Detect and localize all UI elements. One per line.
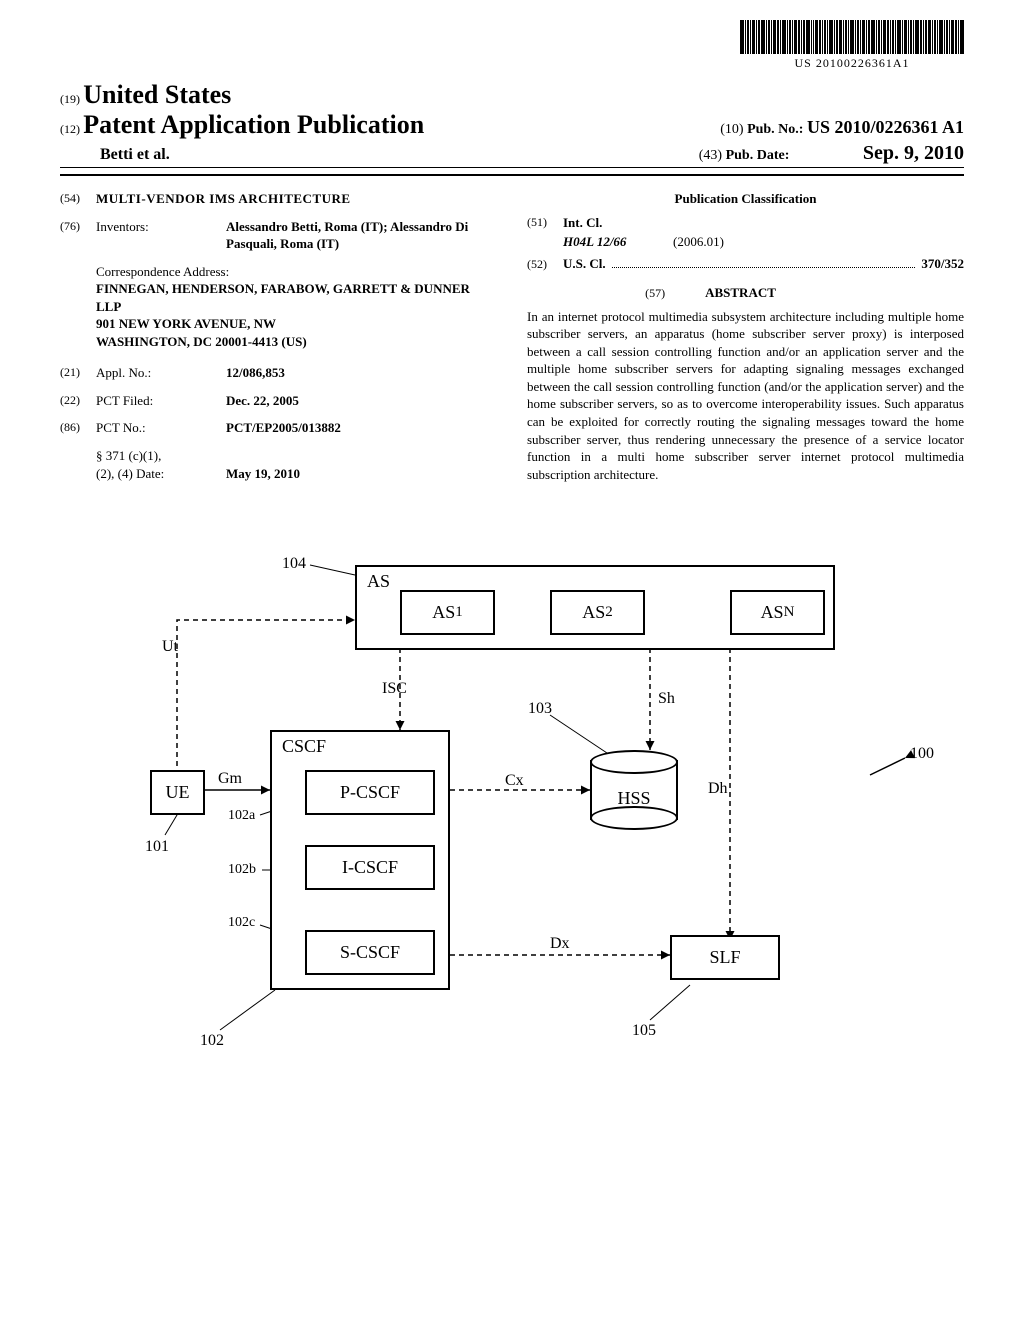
barcode-block: US 20100226361A1	[740, 20, 964, 71]
publication-title: Patent Application Publication	[83, 110, 424, 139]
sec371-value: May 19, 2010	[226, 465, 497, 483]
inventors-label: Inventors:	[96, 218, 226, 253]
pctno-label: PCT No.:	[96, 419, 226, 437]
cx-label: Cx	[505, 772, 524, 790]
appl-code: (21)	[60, 364, 96, 382]
abstract-body: In an internet protocol multimedia subsy…	[527, 308, 964, 483]
ref-100: 100	[910, 745, 934, 763]
right-column: Publication Classification (51) Int. Cl.…	[527, 190, 964, 492]
inventors-value: Alessandro Betti, Roma (IT); Alessandro …	[226, 218, 497, 253]
ut-label: Ut	[162, 638, 178, 656]
intcl-code: (51)	[527, 214, 563, 232]
patent-page: US 20100226361A1 (19) United States (12)…	[0, 0, 1024, 1320]
cscf-label: CSCF	[282, 736, 326, 757]
as2-box: AS2	[550, 590, 645, 635]
intcl-label: Int. Cl.	[563, 214, 602, 232]
author-names: Betti et al.	[60, 146, 170, 164]
pctfiled-value: Dec. 22, 2005	[226, 392, 497, 410]
scscf-box: S-CSCF	[305, 930, 435, 975]
inventors-code: (76)	[60, 218, 96, 253]
dx-label: Dx	[550, 935, 570, 953]
as1-box: AS1	[400, 590, 495, 635]
pubdate-code: (43)	[699, 148, 722, 163]
figure-diagram: AS AS1 AS2 ASN UE CSCF P-CSCF I-CSCF S-C…	[110, 540, 930, 1070]
pctfiled-label: PCT Filed:	[96, 392, 226, 410]
uscl-code: (52)	[527, 256, 563, 272]
correspondence-label: Correspondence Address:	[96, 263, 497, 281]
pctno-code: (86)	[60, 419, 96, 437]
ref-102: 102	[200, 1032, 224, 1050]
pctno-value: PCT/EP2005/013882	[226, 419, 497, 437]
left-column: (54) MULTI-VENDOR IMS ARCHITECTURE (76) …	[60, 190, 497, 492]
barcode-text: US 20100226361A1	[740, 56, 964, 71]
ref-102a: 102a	[228, 808, 255, 824]
gm-label: Gm	[218, 770, 242, 788]
ue-box: UE	[150, 770, 205, 815]
pubno-value: US 2010/0226361 A1	[807, 117, 964, 137]
sec371-label: § 371 (c)(1), (2), (4) Date:	[96, 447, 226, 482]
ref-104: 104	[282, 555, 306, 573]
barcode-icon	[740, 20, 964, 54]
title-code: (54)	[60, 190, 96, 208]
pubno-code: (10)	[720, 122, 743, 137]
ref-102c: 102c	[228, 915, 255, 931]
uscl-value: 370/352	[921, 255, 964, 273]
pubno-label: Pub. No.:	[747, 122, 803, 137]
correspondence-body: FINNEGAN, HENDERSON, FARABOW, GARRETT & …	[96, 280, 497, 350]
slf-box: SLF	[670, 935, 780, 980]
appl-label: Appl. No.:	[96, 364, 226, 382]
pubdate-value: Sep. 9, 2010	[863, 142, 964, 164]
hss-cylinder: HSS	[590, 750, 678, 830]
as-label: AS	[367, 571, 390, 592]
abstract-heading: ABSTRACT	[705, 284, 776, 302]
abstract-code: (57)	[645, 285, 665, 301]
ref-101: 101	[145, 838, 169, 856]
classification-heading: Publication Classification	[527, 190, 964, 208]
sh-label: Sh	[658, 690, 675, 708]
asn-box: ASN	[730, 590, 825, 635]
invention-title: MULTI-VENDOR IMS ARCHITECTURE	[96, 190, 351, 208]
pubdate-label: Pub. Date:	[726, 148, 790, 163]
ref-103: 103	[528, 700, 552, 718]
intcl-class: H04L 12/66	[563, 233, 673, 251]
isc-label: ISC	[382, 680, 407, 698]
hss-label: HSS	[590, 788, 678, 809]
header-block: (19) United States (12) Patent Applicati…	[60, 80, 964, 176]
ref-105: 105	[632, 1022, 656, 1040]
appl-value: 12/086,853	[226, 364, 497, 382]
pctfiled-code: (22)	[60, 392, 96, 410]
code-19: (19)	[60, 92, 80, 106]
dh-label: Dh	[708, 780, 728, 798]
country-name: United States	[83, 80, 231, 109]
uscl-label: U.S. Cl.	[563, 255, 606, 273]
ref-102b: 102b	[228, 862, 256, 878]
code-12: (12)	[60, 122, 80, 136]
biblio-columns: (54) MULTI-VENDOR IMS ARCHITECTURE (76) …	[60, 190, 964, 492]
icscf-box: I-CSCF	[305, 845, 435, 890]
intcl-date: (2006.01)	[673, 233, 724, 251]
pcscf-box: P-CSCF	[305, 770, 435, 815]
